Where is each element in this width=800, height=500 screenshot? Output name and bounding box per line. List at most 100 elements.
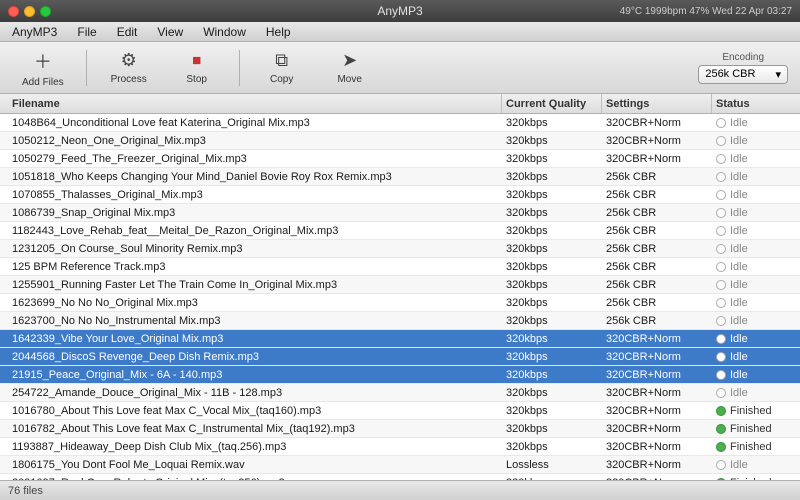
cell-quality: 320kbps (502, 171, 602, 183)
table-row[interactable]: 1182443_Love_Rehab_feat__Meital_De_Razon… (0, 222, 800, 240)
table-row[interactable]: 1051818_Who Keeps Changing Your Mind_Dan… (0, 168, 800, 186)
process-icon: ⚙ (121, 50, 137, 71)
table-row[interactable]: 1016780_About This Love feat Max C_Vocal… (0, 402, 800, 420)
copy-icon: ⧉ (275, 50, 288, 71)
close-button[interactable] (8, 6, 19, 17)
cell-status: Finished (712, 405, 792, 417)
cell-status: Idle (712, 117, 792, 129)
cell-filename: 1623699_No No No_Original Mix.mp3 (8, 297, 502, 309)
cell-settings: 320CBR+Norm (602, 441, 712, 453)
table-row[interactable]: 1070855_Thalasses_Original_Mix.mp3320kbp… (0, 186, 800, 204)
menu-anymp3[interactable]: AnyMP3 (8, 25, 61, 39)
cell-status: Idle (712, 387, 792, 399)
cell-settings: 320CBR+Norm (602, 351, 712, 363)
table-row[interactable]: 1048B64_Unconditional Love feat Katerina… (0, 114, 800, 132)
copy-label: Copy (270, 74, 293, 85)
status-circle (716, 424, 726, 434)
cell-filename: 1070855_Thalasses_Original_Mix.mp3 (8, 189, 502, 201)
encoding-label: Encoding (722, 52, 764, 63)
encoding-dropdown[interactable]: 256k CBR ▾ (698, 65, 788, 84)
table-row[interactable]: 1193887_Hideaway_Deep Dish Club Mix_(taq… (0, 438, 800, 456)
traffic-lights[interactable] (8, 6, 51, 17)
minimize-button[interactable] (24, 6, 35, 17)
cell-settings: 256k CBR (602, 279, 712, 291)
encoding-value: 256k CBR (705, 68, 755, 80)
status-circle (716, 388, 726, 398)
menu-window[interactable]: Window (199, 25, 250, 39)
cell-settings: 320CBR+Norm (602, 405, 712, 417)
toolbar-separator-1 (86, 50, 87, 86)
cell-settings: 256k CBR (602, 315, 712, 327)
status-circle (716, 172, 726, 182)
maximize-button[interactable] (40, 6, 51, 17)
cell-quality: Lossless (502, 459, 602, 471)
status-circle (716, 334, 726, 344)
table-row[interactable]: 125 BPM Reference Track.mp3320kbps256k C… (0, 258, 800, 276)
toolbar: ＋ Add Files ⚙ Process ⏹ Stop ⧉ Copy ➤ Mo… (0, 42, 800, 94)
table-row[interactable]: 1806175_You Dont Fool Me_Loquai Remix.wa… (0, 456, 800, 474)
file-count: 76 files (8, 485, 43, 497)
cell-status: Idle (712, 243, 792, 255)
cell-quality: 320kbps (502, 405, 602, 417)
table-row[interactable]: 1642339_Vibe Your Love_Original Mix.mp33… (0, 330, 800, 348)
stop-button[interactable]: ⏹ Stop (167, 46, 227, 89)
cell-quality: 320kbps (502, 225, 602, 237)
table-row[interactable]: 1086739_Snap_Original Mix.mp3320kbps256k… (0, 204, 800, 222)
cell-filename: 1231205_On Course_Soul Minority Remix.mp… (8, 243, 502, 255)
table-row[interactable]: 254722_Amande_Douce_Original_Mix - 11B -… (0, 384, 800, 402)
status-badge: Idle (730, 297, 748, 309)
cell-filename: 1050279_Feed_The_Freezer_Original_Mix.mp… (8, 153, 502, 165)
menu-file[interactable]: File (73, 25, 100, 39)
cell-quality: 320kbps (502, 279, 602, 291)
table-row[interactable]: 1050279_Feed_The_Freezer_Original_Mix.mp… (0, 150, 800, 168)
cell-status: Idle (712, 459, 792, 471)
cell-settings: 256k CBR (602, 243, 712, 255)
window-title: AnyMP3 (377, 4, 422, 18)
cell-settings: 320CBR+Norm (602, 369, 712, 381)
cell-quality: 320kbps (502, 117, 602, 129)
status-circle (716, 298, 726, 308)
table-row[interactable]: 1016782_About This Love feat Max C_Instr… (0, 420, 800, 438)
table-row[interactable]: 21915_Peace_Original_Mix - 6A - 140.mp3 3… (0, 366, 800, 384)
table-row[interactable]: 2091097_Real One_Roberts Original Mix_(t… (0, 474, 800, 480)
status-badge: Idle (730, 333, 748, 345)
title-bar: AnyMP3 49°C 1999bpm 47% Wed 22 Apr 03:27 (0, 0, 800, 22)
cell-settings: 256k CBR (602, 225, 712, 237)
add-files-button[interactable]: ＋ Add Files (12, 44, 74, 92)
menu-edit[interactable]: Edit (113, 25, 142, 39)
cell-quality: 320kbps (502, 207, 602, 219)
table-row[interactable]: 1050212_Neon_One_Original_Mix.mp3320kbps… (0, 132, 800, 150)
cell-filename: 1255901_Running Faster Let The Train Com… (8, 279, 502, 291)
cell-quality: 320kbps (502, 261, 602, 273)
cell-filename: 1051818_Who Keeps Changing Your Mind_Dan… (8, 171, 502, 183)
status-badge: Idle (730, 279, 748, 291)
status-circle (716, 244, 726, 254)
status-badge: Idle (730, 207, 748, 219)
col-quality: Current Quality (502, 94, 602, 113)
table-row[interactable]: 1255901_Running Faster Let The Train Com… (0, 276, 800, 294)
status-badge: Idle (730, 351, 748, 363)
table-row[interactable]: 1623700_No No No_Instrumental Mix.mp3320… (0, 312, 800, 330)
cell-quality: 320kbps (502, 441, 602, 453)
add-files-icon: ＋ (34, 48, 52, 74)
menu-view[interactable]: View (153, 25, 187, 39)
cell-settings: 256k CBR (602, 189, 712, 201)
copy-button[interactable]: ⧉ Copy (252, 46, 312, 89)
cell-quality: 320kbps (502, 135, 602, 147)
chevron-down-icon: ▾ (775, 68, 781, 81)
cell-status: Idle (712, 135, 792, 147)
cell-filename: 1050212_Neon_One_Original_Mix.mp3 (8, 135, 502, 147)
table-row[interactable]: 1231205_On Course_Soul Minority Remix.mp… (0, 240, 800, 258)
status-circle (716, 136, 726, 146)
move-button[interactable]: ➤ Move (320, 46, 380, 89)
stop-icon: ⏹ (192, 50, 201, 71)
table-row[interactable]: 1623699_No No No_Original Mix.mp3320kbps… (0, 294, 800, 312)
menu-help[interactable]: Help (262, 25, 295, 39)
table-row[interactable]: 2044568_DiscoS Revenge_Deep Dish Remix.m… (0, 348, 800, 366)
process-button[interactable]: ⚙ Process (99, 46, 159, 89)
status-circle (716, 352, 726, 362)
cell-filename: 21915_Peace_Original_Mix - 6A - 140.mp3 (8, 369, 502, 381)
status-circle (716, 478, 726, 481)
cell-settings: 320CBR+Norm (602, 423, 712, 435)
cell-filename: 2091097_Real One_Roberts Original Mix_(t… (8, 477, 502, 481)
